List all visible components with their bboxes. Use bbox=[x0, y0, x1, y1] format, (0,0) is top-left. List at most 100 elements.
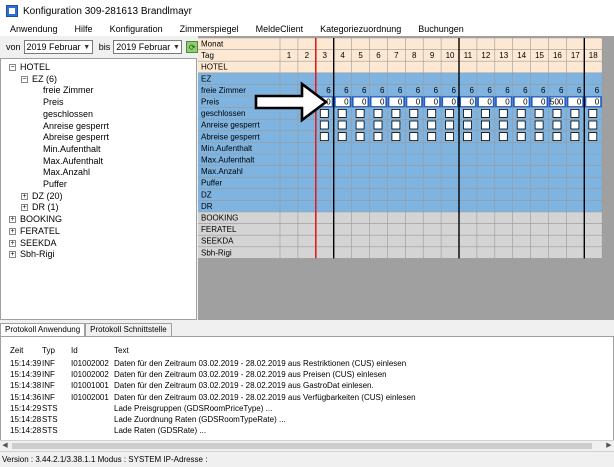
restriction-checkbox[interactable] bbox=[445, 120, 455, 130]
restriction-checkbox[interactable] bbox=[427, 132, 437, 141]
log-row[interactable]: 15:14:28 STS Lade Zuordnung Raten (GDSRoom… bbox=[1, 414, 601, 425]
column-typ[interactable]: Typ bbox=[42, 346, 55, 355]
column-zeit[interactable]: Zeit bbox=[10, 346, 23, 355]
tree-node[interactable]: Max.Anzahl bbox=[43, 167, 90, 178]
tab-protokoll-schnittstelle[interactable]: Protokoll Schnittstelle bbox=[85, 323, 172, 336]
restriction-checkbox[interactable] bbox=[480, 132, 490, 141]
restriction-checkbox[interactable] bbox=[516, 109, 526, 118]
column-text[interactable]: Text bbox=[114, 346, 129, 355]
to-month-select[interactable]: 2019 Februar ▼ bbox=[113, 40, 183, 54]
expand-icon[interactable]: + bbox=[9, 251, 16, 259]
restriction-checkbox[interactable] bbox=[498, 109, 508, 118]
restriction-checkbox[interactable] bbox=[552, 120, 562, 130]
chevron-down-icon[interactable]: ▼ bbox=[171, 41, 181, 53]
tree-node[interactable]: − HOTEL bbox=[9, 62, 50, 73]
tree-node[interactable]: Abreise gesperrt bbox=[43, 132, 109, 143]
log-row[interactable]: 15:14:39 INF I01002002 Daten für den Zeitra… bbox=[1, 369, 601, 380]
restriction-checkbox[interactable] bbox=[391, 132, 401, 141]
restriction-checkbox[interactable] bbox=[516, 120, 526, 130]
restriction-checkbox[interactable] bbox=[355, 109, 365, 118]
restriction-checkbox[interactable] bbox=[570, 132, 580, 141]
tree-node[interactable]: Min.Aufenthalt bbox=[43, 144, 101, 155]
restriction-checkbox[interactable] bbox=[463, 109, 472, 118]
restriction-checkbox[interactable] bbox=[445, 132, 455, 141]
tree-node[interactable]: geschlossen bbox=[43, 109, 93, 120]
collapse-icon[interactable]: − bbox=[21, 75, 28, 83]
expand-icon[interactable]: + bbox=[9, 239, 16, 247]
restriction-checkbox[interactable] bbox=[534, 132, 544, 141]
restriction-checkbox[interactable] bbox=[463, 132, 472, 141]
restriction-checkbox[interactable] bbox=[570, 120, 580, 130]
restriction-checkbox[interactable] bbox=[391, 109, 401, 118]
menu-anwendung[interactable]: Anwendung bbox=[0, 24, 65, 34]
expand-icon[interactable]: + bbox=[21, 204, 28, 212]
restriction-checkbox[interactable] bbox=[588, 109, 598, 118]
restriction-checkbox[interactable] bbox=[373, 120, 383, 130]
restriction-checkbox[interactable] bbox=[480, 109, 490, 118]
log-row[interactable]: 15:14:29 STS Lade Preisgruppen (GDSRoomPri… bbox=[1, 403, 601, 414]
expand-icon[interactable]: + bbox=[9, 227, 16, 235]
restriction-checkbox[interactable] bbox=[498, 132, 508, 141]
menu-hilfe[interactable]: Hilfe bbox=[65, 24, 100, 34]
tree-node[interactable]: − EZ (6) bbox=[21, 74, 57, 85]
restriction-checkbox[interactable] bbox=[409, 132, 419, 141]
restriction-checkbox[interactable] bbox=[391, 120, 401, 130]
tree-node[interactable]: + BOOKING bbox=[9, 214, 62, 225]
log-horizontal-scrollbar[interactable]: ◀ ▶ bbox=[0, 440, 614, 450]
restriction-checkbox[interactable] bbox=[337, 109, 347, 118]
restriction-checkbox[interactable] bbox=[319, 132, 329, 141]
tree-node[interactable]: + DR (1) bbox=[21, 202, 59, 213]
restriction-checkbox[interactable] bbox=[463, 120, 472, 130]
restriction-checkbox[interactable] bbox=[409, 120, 419, 130]
restriction-checkbox[interactable] bbox=[534, 109, 544, 118]
restriction-checkbox[interactable] bbox=[534, 120, 544, 130]
tree-node[interactable]: Preis bbox=[43, 97, 64, 108]
restriction-checkbox[interactable] bbox=[516, 132, 526, 141]
scrollbar-thumb[interactable] bbox=[12, 443, 592, 449]
tree-node[interactable]: Puffer bbox=[43, 179, 67, 190]
restriction-checkbox[interactable] bbox=[355, 132, 365, 141]
restriction-checkbox[interactable] bbox=[570, 109, 580, 118]
tree-node[interactable]: freie Zimmer bbox=[43, 85, 94, 96]
tree-node[interactable]: + Sbh-Rigi bbox=[9, 249, 55, 260]
tree-node[interactable]: Anreise gesperrt bbox=[43, 121, 109, 132]
restriction-checkbox[interactable] bbox=[319, 109, 329, 118]
expand-icon[interactable]: + bbox=[21, 192, 28, 200]
expand-icon[interactable]: + bbox=[9, 216, 16, 224]
restriction-checkbox[interactable] bbox=[373, 109, 383, 118]
menu-kategoriezuordnung[interactable]: Kategoriezuordnung bbox=[310, 24, 408, 34]
menu-konfiguration[interactable]: Konfiguration bbox=[100, 24, 170, 34]
restriction-checkbox[interactable] bbox=[337, 132, 347, 141]
restriction-checkbox[interactable] bbox=[588, 120, 598, 130]
scroll-right-icon[interactable]: ▶ bbox=[604, 441, 614, 451]
log-row[interactable]: 15:14:38 INF I01001001 Daten für den Zeitra… bbox=[1, 380, 601, 391]
from-month-select[interactable]: 2019 Februar ▼ bbox=[23, 40, 93, 54]
restriction-checkbox[interactable] bbox=[498, 120, 508, 130]
log-row[interactable]: 15:14:36 INF I01002001 Daten für den Zeitra… bbox=[1, 392, 601, 403]
restriction-checkbox[interactable] bbox=[319, 120, 329, 130]
refresh-icon[interactable]: ⟳ bbox=[186, 41, 198, 53]
tree-node[interactable]: + FERATEL bbox=[9, 226, 60, 237]
chevron-down-icon[interactable]: ▼ bbox=[82, 41, 92, 53]
menu-buchungen[interactable]: Buchungen bbox=[408, 24, 471, 34]
restriction-checkbox[interactable] bbox=[337, 120, 347, 130]
restriction-checkbox[interactable] bbox=[445, 109, 455, 118]
restriction-checkbox[interactable] bbox=[355, 120, 365, 130]
restriction-checkbox[interactable] bbox=[427, 109, 437, 118]
restriction-checkbox[interactable] bbox=[552, 132, 562, 141]
restriction-checkbox[interactable] bbox=[552, 109, 562, 118]
restriction-checkbox[interactable] bbox=[409, 109, 419, 118]
tree-node[interactable]: + DZ (20) bbox=[21, 191, 63, 202]
log-row[interactable]: 15:14:39 INF I01002002 Daten für den Zeitra… bbox=[1, 358, 601, 369]
restriction-checkbox[interactable] bbox=[480, 120, 490, 130]
collapse-icon[interactable]: − bbox=[9, 64, 16, 71]
menu-meldeclient[interactable]: MeldeClient bbox=[246, 24, 311, 34]
restriction-checkbox[interactable] bbox=[427, 120, 437, 130]
log-row[interactable]: 15:14:28 STS Lade Raten (GDSRate) ... bbox=[1, 425, 601, 436]
tree-node[interactable]: + SEEKDA bbox=[9, 238, 57, 249]
scroll-left-icon[interactable]: ◀ bbox=[0, 441, 10, 451]
tab-protokoll-anwendung[interactable]: Protokoll Anwendung bbox=[0, 323, 86, 336]
menu-zimmerspiegel[interactable]: Zimmerspiegel bbox=[170, 24, 246, 34]
restriction-checkbox[interactable] bbox=[373, 132, 383, 141]
column-id[interactable]: Id bbox=[71, 346, 78, 355]
